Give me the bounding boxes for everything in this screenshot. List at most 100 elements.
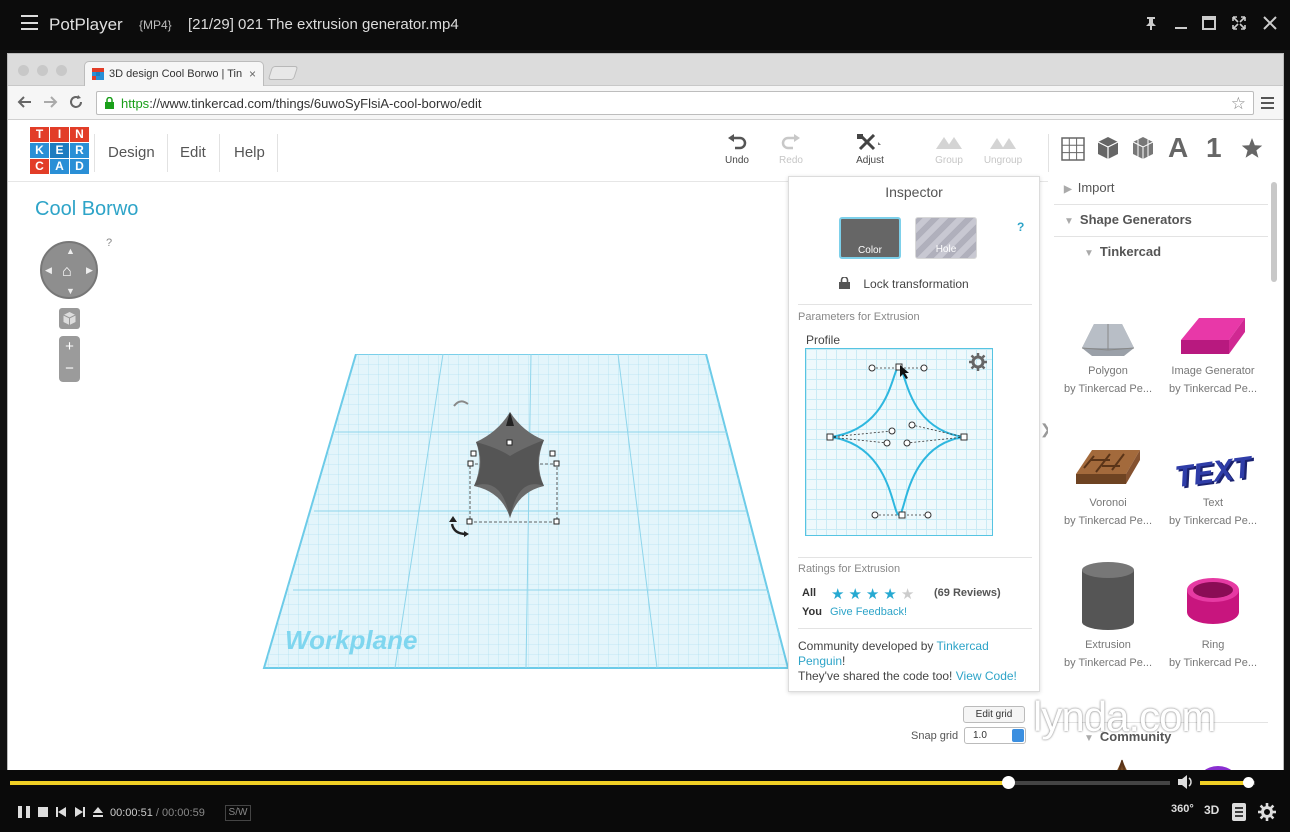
group-button[interactable]: Group <box>924 134 974 166</box>
author-link[interactable]: Tinkercad <box>937 639 989 653</box>
address-bar: https://www.tinkercad.com/things/6uwoSyF… <box>8 86 1283 120</box>
menu-help[interactable]: Help <box>234 144 265 161</box>
shape-image-generator[interactable]: Image Generator by Tinkercad Pe... <box>1163 294 1263 398</box>
profile-editor[interactable] <box>805 348 993 536</box>
ungroup-button[interactable]: Ungroup <box>978 134 1028 166</box>
back-icon[interactable] <box>16 94 34 112</box>
import-section[interactable]: ▶ Import <box>1064 180 1115 195</box>
video-area[interactable]: 3D design Cool Borwo | Tin × https://www… <box>0 50 1290 771</box>
profile-settings-gear-icon[interactable] <box>969 353 987 371</box>
hole-swatch-button[interactable]: Hole <box>915 217 977 259</box>
fit-view-cube-icon[interactable] <box>59 308 80 329</box>
shape-voronoi[interactable]: Voronoi by Tinkercad Pe... <box>1058 426 1158 530</box>
tab-close-icon[interactable]: × <box>249 67 256 81</box>
give-feedback-link[interactable]: Give Feedback! <box>830 606 907 618</box>
next-icon[interactable] <box>75 807 85 817</box>
eject-icon[interactable] <box>93 807 103 817</box>
lock-transformation-toggle[interactable]: Lock transformation <box>839 277 969 291</box>
url-field[interactable]: https://www.tinkercad.com/things/6uwoSyF… <box>96 91 1254 115</box>
empty-star-icon[interactable]: ★ <box>901 586 918 603</box>
forward-icon[interactable] <box>41 94 59 112</box>
panel-scrollbar[interactable] <box>1271 182 1277 282</box>
seek-handle[interactable] <box>1001 776 1015 789</box>
undo-button[interactable]: Undo <box>712 134 762 166</box>
orbit-right-icon[interactable]: ▶ <box>86 265 93 276</box>
shape-generators-section[interactable]: ▼ Shape Generators <box>1064 212 1192 227</box>
volume-slider[interactable] <box>1200 777 1255 788</box>
home-view-icon[interactable]: ⌂ <box>62 263 72 281</box>
menu-design[interactable]: Design <box>108 144 155 161</box>
shapes-icon[interactable] <box>1131 134 1155 164</box>
menu-edit[interactable]: Edit <box>180 144 206 161</box>
lynda-watermark: lynda.com <box>1033 693 1216 740</box>
filled-star-icon[interactable]: ★ <box>831 586 848 603</box>
params-title: Parameters for Extrusion <box>798 311 920 323</box>
pin-icon[interactable] <box>1142 14 1160 32</box>
new-tab-button[interactable] <box>267 66 299 80</box>
window-zoom-dot[interactable] <box>56 65 67 76</box>
filled-star-icon[interactable]: ★ <box>883 586 900 603</box>
seek-bar[interactable] <box>10 776 1170 789</box>
ratings-title: Ratings for Extrusion <box>798 563 901 575</box>
maximize-icon[interactable] <box>1200 14 1218 32</box>
edit-grid-button[interactable]: Edit grid <box>963 706 1025 723</box>
view-code-link[interactable]: View Code! <box>956 669 1017 683</box>
stop-icon[interactable] <box>38 807 48 817</box>
volume-handle[interactable] <box>1243 777 1255 788</box>
hamburger-menu-icon[interactable] <box>21 15 38 30</box>
view-help-icon[interactable]: ? <box>106 237 112 249</box>
orbit-left-icon[interactable]: ◀ <box>45 265 52 276</box>
view-orbit-control[interactable]: ⌂ ▲ ▼ ◀ ▶ <box>40 241 98 299</box>
bookmark-star-icon[interactable]: ☆ <box>1231 94 1246 114</box>
browser-menu-icon[interactable] <box>1261 97 1274 109</box>
window-close-dot[interactable] <box>18 65 29 76</box>
window-minimize-dot[interactable] <box>37 65 48 76</box>
panel-collapse-chevron-icon[interactable]: ❯ <box>1040 421 1052 459</box>
orbit-down-icon[interactable]: ▼ <box>66 286 75 296</box>
shape-author: by Tinkercad Pe... <box>1063 383 1153 395</box>
author-link-cont[interactable]: Penguin <box>798 654 842 668</box>
snap-grid-select[interactable]: 1.0 <box>964 727 1026 744</box>
filled-star-icon[interactable]: ★ <box>848 586 865 603</box>
previous-icon[interactable] <box>56 807 66 817</box>
settings-gear-icon[interactable] <box>1258 803 1276 821</box>
collapsed-triangle-icon: ▶ <box>1064 184 1072 195</box>
filled-star-icon[interactable]: ★ <box>866 586 883 603</box>
inspector-help-icon[interactable]: ? <box>1017 220 1024 234</box>
shape-ring[interactable]: Ring by Tinkercad Pe... <box>1163 558 1263 672</box>
minimize-icon[interactable] <box>1172 14 1190 32</box>
shape-polygon[interactable]: Polygon by Tinkercad Pe... <box>1058 294 1158 398</box>
reload-icon[interactable] <box>67 94 85 112</box>
browser-tab[interactable]: 3D design Cool Borwo | Tin × <box>84 61 264 86</box>
shape-extrusion[interactable]: Extrusion by Tinkercad Pe... <box>1058 558 1158 672</box>
project-name[interactable]: Cool Borwo <box>35 198 138 221</box>
volume-level <box>1200 781 1249 785</box>
adjust-button[interactable]: Adjust <box>845 134 895 166</box>
playlist-icon[interactable] <box>1232 803 1246 821</box>
pause-icon[interactable] <box>17 805 31 819</box>
image-generator-thumbnail <box>1181 318 1245 354</box>
shape-text[interactable]: TEXT Text by Tinkercad Pe... <box>1163 426 1263 530</box>
volume-icon[interactable] <box>1176 773 1194 791</box>
zoom-in-icon[interactable]: + <box>59 336 80 358</box>
color-swatch-button[interactable]: Color <box>839 217 901 259</box>
close-icon[interactable] <box>1261 14 1279 32</box>
sw-decoder-button[interactable]: S/W <box>225 805 251 821</box>
letter-a-icon[interactable]: A <box>1168 132 1188 163</box>
3d-video-button[interactable]: 3D <box>1204 803 1219 817</box>
number-1-icon[interactable]: 1 <box>1206 132 1222 163</box>
fullscreen-icon[interactable] <box>1230 14 1248 32</box>
tinkercad-subsection[interactable]: ▼ Tinkercad <box>1084 244 1161 259</box>
redo-button[interactable]: Redo <box>766 134 816 166</box>
app-name: PotPlayer <box>49 15 123 34</box>
zoom-out-icon[interactable]: − <box>59 358 80 380</box>
tinkercad-logo[interactable]: TIN KER CAD <box>30 127 89 174</box>
redo-label: Redo <box>779 155 803 166</box>
grid-icon[interactable] <box>1061 134 1085 164</box>
360-video-button[interactable]: 360° <box>1171 803 1194 815</box>
tab-strip: 3D design Cool Borwo | Tin × <box>8 54 1283 86</box>
orbit-up-icon[interactable]: ▲ <box>66 246 75 256</box>
star-icon[interactable] <box>1240 134 1264 164</box>
logo-letter: C <box>30 159 49 174</box>
cube-icon[interactable] <box>1096 134 1120 164</box>
